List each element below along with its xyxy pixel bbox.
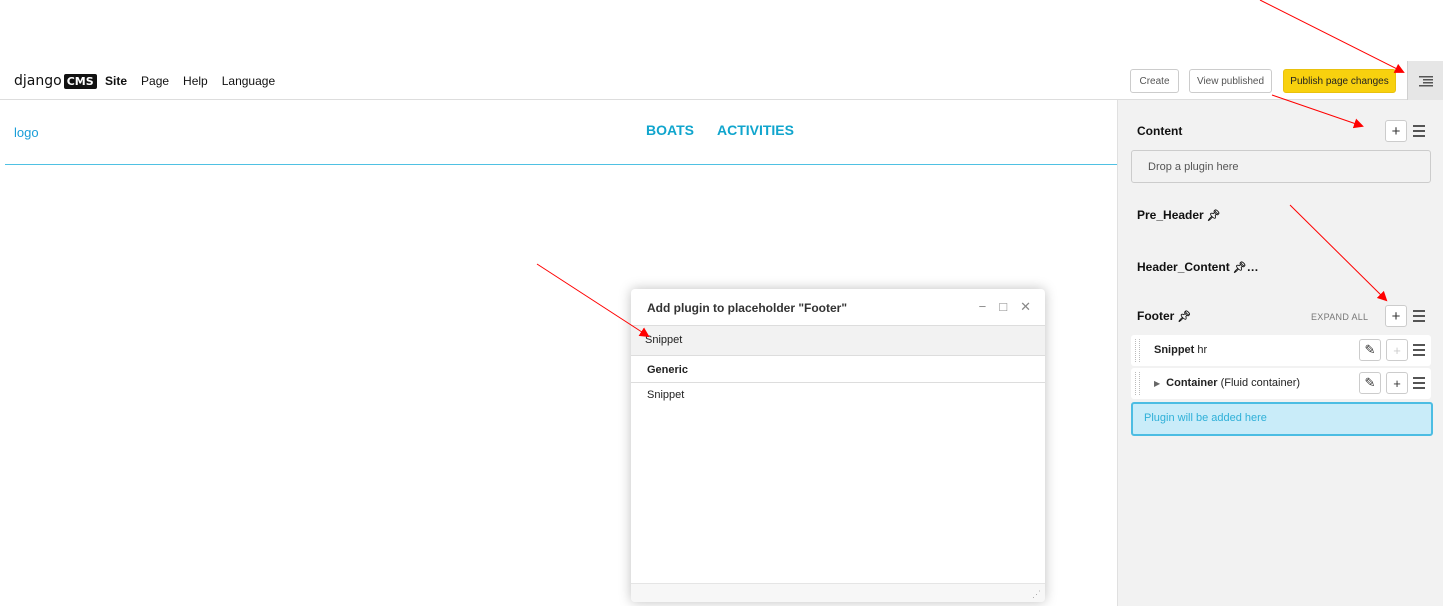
structure-toggle-button[interactable] — [1407, 61, 1443, 100]
plugin-menu-icon[interactable] — [1413, 372, 1429, 394]
drag-handle[interactable] — [1135, 339, 1140, 362]
pin-icon: 📌︎ — [1206, 210, 1221, 222]
pencil-icon: ✎ — [1364, 342, 1376, 357]
menu-language[interactable]: Language — [222, 74, 275, 88]
plugin-group-title: Generic — [631, 356, 1045, 383]
add-plugin-modal: Add plugin to placeholder "Footer" − □ ✕… — [631, 289, 1045, 602]
footer-menu-icon[interactable] — [1413, 305, 1429, 327]
placeholder-pre-header-title: Pre_Header 📌︎ — [1137, 208, 1221, 222]
placeholder-header-content-title: Header_Content 📌︎… — [1137, 260, 1259, 274]
publish-button[interactable]: Publish page changes — [1283, 69, 1396, 93]
menu-page[interactable]: Page — [141, 74, 169, 88]
modal-footer: ⋰ — [631, 583, 1045, 602]
modal-title: Add plugin to placeholder "Footer" — [647, 301, 848, 315]
toolbar-menu: Site Page Help Language — [105, 74, 275, 88]
cms-toolbar: django CMS Site Page Help Language Creat… — [0, 61, 1443, 100]
plus-icon: + — [1393, 342, 1401, 358]
nav-activities[interactable]: ACTIVITIES — [717, 122, 794, 138]
plugin-name: Snippet — [1154, 344, 1195, 356]
plus-icon: + — [1391, 122, 1401, 140]
footer-actions: + — [1385, 305, 1429, 327]
plugin-drop-indicator: Plugin will be added here — [1131, 402, 1433, 436]
expand-caret-icon[interactable]: ▶ — [1154, 379, 1160, 388]
site-logo[interactable]: logo — [14, 125, 39, 140]
plus-icon: + — [1393, 375, 1401, 391]
plus-icon: + — [1391, 307, 1401, 325]
resize-handle-icon[interactable]: ⋰ — [1032, 589, 1041, 600]
plugin-row-container[interactable]: ▶ Container (Fluid container) ✎ + — [1131, 368, 1431, 399]
expand-all-link[interactable]: EXPAND ALL — [1311, 312, 1368, 322]
maximize-icon[interactable]: □ — [999, 299, 1007, 315]
pin-icon: 📌︎ — [1177, 311, 1192, 323]
site-nav: BOATS ACTIVITIES — [646, 122, 794, 138]
add-child-button[interactable]: + — [1386, 372, 1408, 394]
brand-badge: CMS — [63, 73, 97, 89]
placeholder-footer-title: Footer 📌︎ — [1137, 309, 1191, 323]
plugin-label: Snippet hr — [1154, 344, 1207, 356]
plugin-label: ▶ Container (Fluid container) — [1154, 377, 1300, 389]
brand-text: django — [14, 73, 62, 89]
header-content-ellipsis: … — [1246, 260, 1259, 274]
footer-label: Footer — [1137, 309, 1175, 323]
footer-add-plugin-button[interactable]: + — [1385, 305, 1407, 327]
plugin-name: Container — [1166, 377, 1218, 389]
edit-plugin-button[interactable]: ✎ — [1359, 339, 1381, 361]
content-add-plugin-button[interactable]: + — [1385, 120, 1407, 142]
menu-site[interactable]: Site — [105, 74, 127, 88]
close-icon[interactable]: ✕ — [1020, 299, 1031, 315]
plugin-row-actions: ✎ + — [1359, 372, 1429, 394]
structure-board: Content + Drop a plugin here Pre_Header 📌… — [1117, 100, 1443, 606]
content-actions: + — [1385, 120, 1429, 142]
plugin-detail: hr — [1197, 344, 1208, 356]
plugin-option-snippet[interactable]: Snippet — [631, 383, 1045, 407]
plugin-row-snippet[interactable]: Snippet hr ✎ + — [1131, 335, 1431, 366]
minimize-icon[interactable]: − — [979, 299, 987, 315]
menu-help[interactable]: Help — [183, 74, 208, 88]
content-menu-icon[interactable] — [1413, 120, 1429, 142]
content-drop-zone[interactable]: Drop a plugin here — [1131, 150, 1431, 183]
placeholder-content-title: Content — [1137, 124, 1183, 138]
plugin-row-actions: ✎ + — [1359, 339, 1429, 361]
edit-plugin-button[interactable]: ✎ — [1359, 372, 1381, 394]
structure-toggle-icon — [1418, 75, 1433, 86]
add-child-button[interactable]: + — [1386, 339, 1408, 361]
header-content-label: Header_Content — [1137, 260, 1230, 274]
plugin-menu-icon[interactable] — [1413, 339, 1429, 361]
modal-controls: − □ ✕ — [979, 299, 1031, 315]
pin-icon: 📌︎ — [1232, 262, 1247, 274]
modal-header: Add plugin to placeholder "Footer" − □ ✕ — [631, 289, 1045, 326]
django-cms-logo[interactable]: django CMS — [14, 73, 97, 89]
plugin-search-input[interactable]: Snippet — [631, 326, 1045, 356]
drag-handle[interactable] — [1135, 372, 1140, 395]
nav-boats[interactable]: BOATS — [646, 122, 694, 138]
plugin-detail: (Fluid container) — [1220, 377, 1301, 389]
pre-header-label: Pre_Header — [1137, 208, 1204, 222]
create-button[interactable]: Create — [1130, 69, 1179, 93]
view-published-button[interactable]: View published — [1189, 69, 1272, 93]
pencil-icon: ✎ — [1364, 375, 1376, 390]
site-header: logo BOATS ACTIVITIES — [5, 100, 1117, 165]
